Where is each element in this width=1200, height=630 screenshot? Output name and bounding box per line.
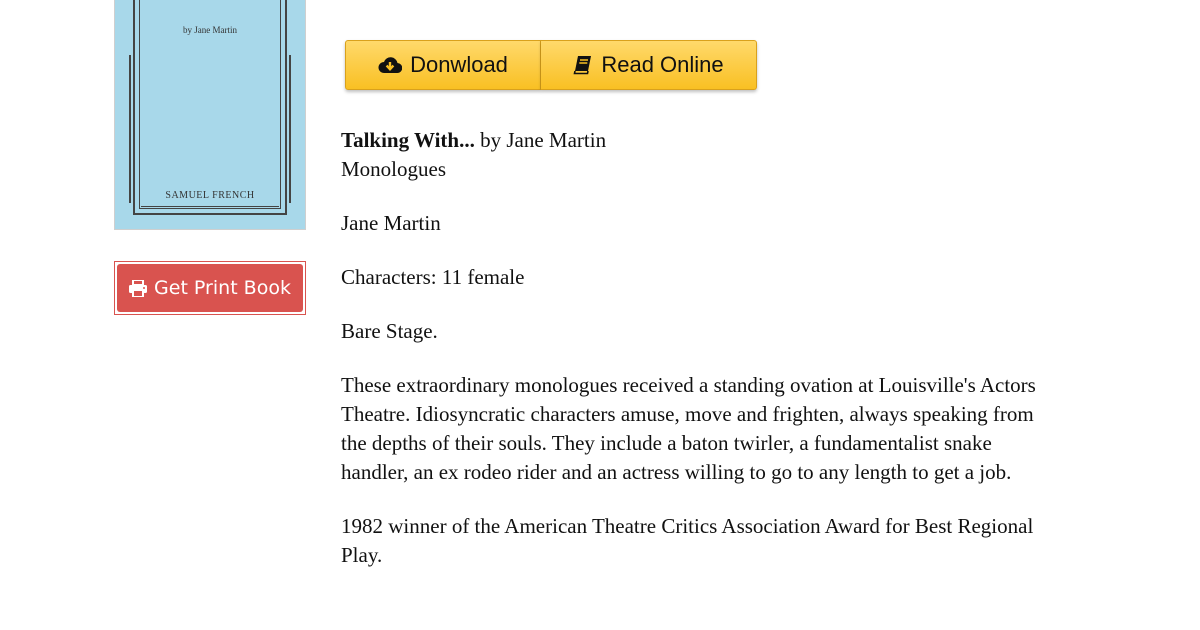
book-byline: by Jane Martin	[474, 128, 607, 152]
cover-author-text: by Jane Martin	[183, 25, 237, 35]
cover-side-line-right	[289, 55, 291, 203]
get-print-book-label: Get Print Book	[154, 277, 291, 299]
cloud-download-icon	[378, 56, 403, 74]
print-icon	[129, 279, 148, 297]
read-online-label: Read Online	[601, 52, 724, 77]
award-paragraph: 1982 winner of the American Theatre Crit…	[341, 514, 1034, 567]
title-paragraph: Talking With... by Jane Martin Monologue…	[341, 126, 1061, 184]
characters-paragraph: Characters: 11 female	[341, 265, 525, 289]
cover-side-line-left	[129, 55, 131, 203]
book-description: Talking With... by Jane Martin Monologue…	[341, 126, 1061, 595]
get-print-book-button[interactable]: Get Print Book	[117, 264, 303, 312]
cover-base-line	[141, 206, 279, 207]
summary-paragraph: These extraordinary monologues received …	[341, 373, 1036, 484]
action-button-group: Donwload Read Online	[345, 40, 757, 90]
book-icon	[573, 55, 593, 75]
download-label: Donwload	[410, 52, 508, 77]
read-online-button[interactable]: Read Online	[541, 40, 757, 90]
book-genre: Monologues	[341, 157, 446, 181]
book-title: Talking With...	[341, 128, 475, 152]
print-book-button-frame: Get Print Book	[114, 261, 306, 315]
cover-publisher-text: SAMUEL FRENCH	[165, 190, 255, 201]
author-paragraph: Jane Martin	[341, 211, 441, 235]
book-cover-image: by Jane Martin SAMUEL FRENCH	[114, 0, 306, 230]
download-button[interactable]: Donwload	[345, 40, 541, 90]
setting-paragraph: Bare Stage.	[341, 319, 438, 343]
